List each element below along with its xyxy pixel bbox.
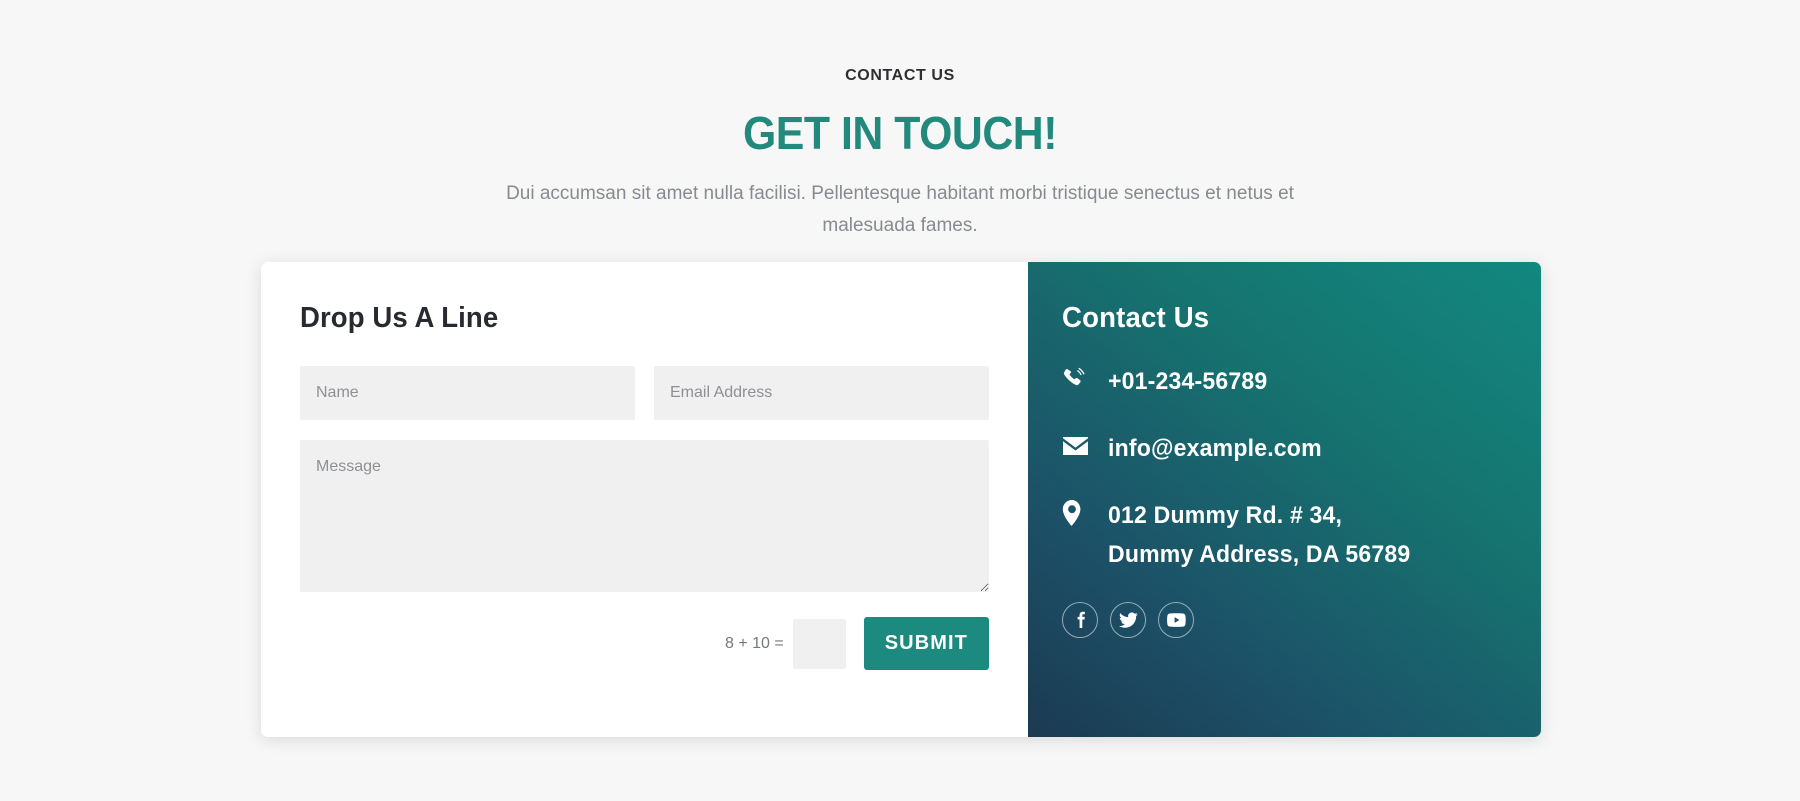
contact-card: Drop Us A Line 8 + 10 = SUBMIT Contact U… (261, 262, 1541, 737)
page-subtitle: Dui accumsan sit amet nulla facilisi. Pe… (506, 183, 1294, 236)
envelope-icon (1062, 429, 1094, 461)
phone-icon (1062, 362, 1094, 394)
page-header: CONTACT US GET IN TOUCH! Dui accumsan si… (0, 0, 1800, 242)
social-links (1062, 602, 1497, 638)
contact-form-pane: Drop Us A Line 8 + 10 = SUBMIT (261, 262, 1028, 737)
message-textarea[interactable] (300, 440, 989, 592)
contact-info-pane: Contact Us +01-234-56789 info@example.co… (1028, 262, 1541, 737)
page-title: GET IN TOUCH! (742, 107, 1058, 159)
captcha-input[interactable] (792, 618, 846, 669)
form-title: Drop Us A Line (300, 302, 499, 334)
section-eyebrow: CONTACT US (845, 67, 955, 84)
contact-page: CONTACT US GET IN TOUCH! Dui accumsan si… (0, 0, 1800, 801)
info-item-label: 012 Dummy Rd. # 34, Dummy Address, DA 56… (1108, 502, 1411, 568)
info-list: +01-234-56789 info@example.com 012 Dummy… (1062, 362, 1497, 574)
captcha-label: 8 + 10 = (725, 634, 784, 652)
map-pin-icon (1062, 496, 1094, 528)
info-title: Contact Us (1062, 302, 1210, 334)
youtube-icon[interactable] (1158, 602, 1194, 638)
email-input[interactable] (654, 366, 989, 420)
submit-button[interactable]: SUBMIT (863, 617, 989, 670)
info-item-phone: +01-234-56789 (1062, 362, 1497, 401)
name-input[interactable] (300, 366, 635, 420)
info-item-label: info@example.com (1108, 435, 1322, 462)
twitter-icon[interactable] (1110, 602, 1146, 638)
facebook-icon[interactable] (1062, 602, 1098, 638)
info-item-email: info@example.com (1062, 429, 1497, 468)
form-row-name-email (300, 366, 989, 420)
info-item-label: +01-234-56789 (1108, 368, 1268, 395)
info-item-address: 012 Dummy Rd. # 34, Dummy Address, DA 56… (1062, 496, 1497, 574)
form-submit-row: 8 + 10 = SUBMIT (300, 617, 989, 670)
